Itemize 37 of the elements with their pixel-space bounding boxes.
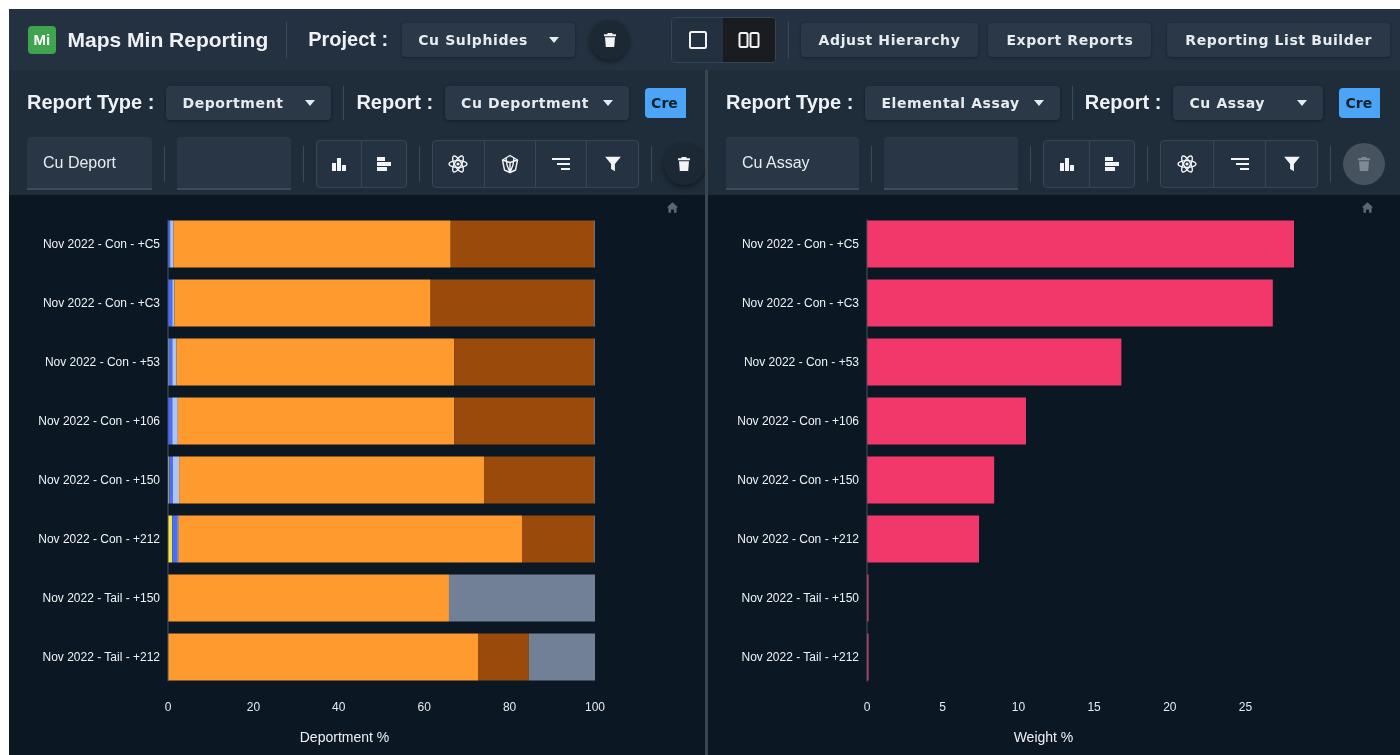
axis-tick-label: 25 xyxy=(1238,700,1253,714)
app-logo: Mi xyxy=(28,25,56,54)
project-label: Project : xyxy=(308,28,389,51)
axis-tick-label: 5 xyxy=(939,700,947,714)
axis-tick-label: 0 xyxy=(164,700,172,714)
axis-tick-label: 80 xyxy=(502,700,517,714)
report-type-label: Report Type : xyxy=(27,91,155,114)
axis-tick-label: 15 xyxy=(1087,700,1101,714)
category-label: Nov 2022 - Con - +53 xyxy=(743,355,859,369)
category-label: Nov 2022 - Con - +53 xyxy=(44,355,160,369)
category-label: Nov 2022 - Con - +106 xyxy=(38,414,160,428)
category-label: Nov 2022 - Tail - +150 xyxy=(741,591,859,605)
report-label: Report : xyxy=(1084,91,1162,114)
axis-tick-label: 60 xyxy=(417,700,431,714)
category-label: Nov 2022 - Tail - +212 xyxy=(42,650,160,664)
axis-tick-label: 20 xyxy=(246,700,261,714)
category-label: Nov 2022 - Con - +C5 xyxy=(741,237,859,251)
category-label: Nov 2022 - Tail - +212 xyxy=(741,650,859,664)
report-type-label: Report Type : xyxy=(726,91,854,114)
axis-tick-label: 40 xyxy=(332,700,346,714)
axis-tick-label: 20 xyxy=(1163,700,1177,714)
report-label: Report : xyxy=(356,91,434,114)
category-label: Nov 2022 - Tail - +150 xyxy=(42,591,160,605)
axis-tick-label: 100 xyxy=(585,700,605,714)
category-label: Nov 2022 - Con - +106 xyxy=(737,414,859,428)
axis-tick-label: 0 xyxy=(863,700,871,714)
category-label: Nov 2022 - Con - +150 xyxy=(38,473,160,487)
axis-title: Weight % xyxy=(1013,729,1074,745)
axis-title: Deportment % xyxy=(299,729,390,745)
category-label: Nov 2022 - Con - +C3 xyxy=(741,296,859,310)
axis-tick-label: 10 xyxy=(1011,700,1026,714)
category-label: Nov 2022 - Con - +212 xyxy=(38,532,160,546)
category-label: Nov 2022 - Con - +150 xyxy=(737,473,859,487)
category-label: Nov 2022 - Con - +C3 xyxy=(42,296,160,310)
category-label: Nov 2022 - Con - +212 xyxy=(737,532,859,546)
category-label: Nov 2022 - Con - +C5 xyxy=(42,237,160,251)
app-title: Maps Min Reporting xyxy=(67,27,269,52)
